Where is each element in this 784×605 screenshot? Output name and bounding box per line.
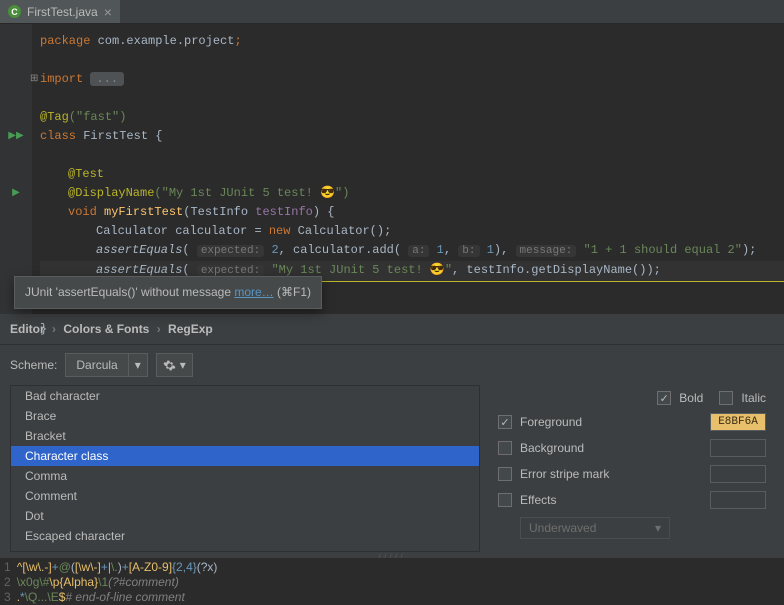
code-method-call: assertEquals <box>96 243 182 257</box>
list-item[interactable]: Bad character <box>11 386 479 406</box>
scheme-value: Darcula <box>66 358 127 372</box>
settings-panel: Editor › Colors & Fonts › RegExp Scheme:… <box>0 314 784 598</box>
fold-icon[interactable]: ⊞ <box>30 70 38 89</box>
line-number: 1 <box>4 560 11 574</box>
tab-bar: C FirstTest.java × <box>0 0 784 24</box>
scheme-label: Scheme: <box>10 358 57 372</box>
inspection-tooltip: JUnit 'assertEquals()' without message m… <box>14 276 322 309</box>
code-string: ("fast") <box>69 110 127 124</box>
code-text: } <box>40 322 47 336</box>
chevron-down-icon: ▾ <box>655 521 661 535</box>
code-text: ( <box>182 243 196 257</box>
foreground-checkbox[interactable] <box>498 415 512 429</box>
effect-type-combobox: Underwaved ▾ <box>520 517 670 539</box>
chevron-down-icon[interactable]: ▾ <box>128 354 147 376</box>
code-text: ); <box>742 243 756 257</box>
editor-gutter: ▶▶ ▶ <box>0 24 32 314</box>
effects-label: Effects <box>520 493 556 507</box>
code-text: ), <box>494 243 516 257</box>
scheme-actions-button[interactable]: ▾ <box>156 353 193 377</box>
effects-checkbox[interactable] <box>498 493 512 507</box>
errorstripe-label: Error stripe mark <box>520 467 609 481</box>
param-hint: message: <box>516 245 577 257</box>
list-item[interactable]: Comment <box>11 486 479 506</box>
code-keyword: package <box>40 34 98 48</box>
param-hint: b: <box>458 245 479 257</box>
chevron-down-icon: ▾ <box>180 358 186 372</box>
code-annotation: @Test <box>68 167 104 181</box>
code-text: ; <box>234 34 241 48</box>
code-keyword: class <box>40 129 83 143</box>
param-hint: expected: <box>197 245 264 257</box>
effect-type-value: Underwaved <box>529 521 596 535</box>
regex-preview: 1^[\w\.-]+@([\w\-]+|\.)+[A-Z0-9]{2,4}(?x… <box>0 558 784 598</box>
code-text: Calculator(); <box>298 224 392 238</box>
code-annotation: @Tag <box>40 110 69 124</box>
code-text: , calculator.add( <box>279 243 409 257</box>
code-text: ( <box>182 263 196 277</box>
collapsed-icon[interactable]: ... <box>90 72 124 86</box>
background-checkbox[interactable] <box>498 441 512 455</box>
code-text: = <box>254 224 268 238</box>
tab-filename: FirstTest.java <box>27 5 98 19</box>
code-string: ("My 1st JUnit 5 test! 😎") <box>154 186 349 200</box>
foreground-label: Foreground <box>520 415 582 429</box>
bold-label: Bold <box>679 391 703 405</box>
code-editor[interactable]: ▶▶ ▶ package com.example.project; ⊞impor… <box>0 24 784 314</box>
gear-icon <box>163 359 176 372</box>
code-class: FirstTest <box>83 129 155 143</box>
list-item[interactable]: Dot <box>11 506 479 526</box>
errorstripe-swatch[interactable] <box>710 465 766 483</box>
effects-swatch[interactable] <box>710 491 766 509</box>
foreground-swatch[interactable]: E8BF6A <box>710 413 766 431</box>
code-text: ) { <box>313 205 335 219</box>
tooltip-text: JUnit 'assertEquals()' without message <box>25 285 234 299</box>
code-type: TestInfo <box>190 205 255 219</box>
list-item[interactable]: Comma <box>11 466 479 486</box>
code-string: "1 + 1 should equal 2" <box>576 243 742 257</box>
code-text: { <box>155 129 162 143</box>
background-swatch[interactable] <box>710 439 766 457</box>
code-method-call: assertEquals <box>96 263 182 277</box>
code-var: calculator <box>175 224 254 238</box>
param-hint: a: <box>408 245 429 257</box>
code-type: Calculator <box>96 224 175 238</box>
list-item[interactable]: Character class <box>11 446 479 466</box>
scheme-combobox[interactable]: Darcula ▾ <box>65 353 147 377</box>
code-num: 1 <box>429 243 443 257</box>
background-label: Background <box>520 441 584 455</box>
list-item[interactable]: Escaped character <box>11 526 479 546</box>
code-keyword: void <box>68 205 104 219</box>
run-gutter-icon[interactable]: ▶ <box>12 184 20 203</box>
italic-checkbox[interactable] <box>719 391 733 405</box>
code-keyword: import <box>40 72 90 86</box>
run-gutter-icon[interactable]: ▶▶ <box>8 127 23 146</box>
list-item[interactable]: Brace <box>11 406 479 426</box>
code-num: 2 <box>264 243 278 257</box>
code-num: 1 <box>480 243 494 257</box>
code-param: testInfo <box>255 205 313 219</box>
italic-label: Italic <box>741 391 766 405</box>
code-text: , testInfo.getDisplayName()); <box>452 263 661 277</box>
editor-tab[interactable]: C FirstTest.java × <box>0 0 120 23</box>
line-number: 2 <box>4 575 11 589</box>
attribute-options: Bold Italic Foreground E8BF6A Background… <box>480 385 784 552</box>
line-number: 3 <box>4 590 11 604</box>
tooltip-shortcut: (⌘F1) <box>274 285 311 299</box>
code-string: "My 1st JUnit 5 test! 😎" <box>264 263 452 277</box>
code-text: , <box>444 243 458 257</box>
bold-checkbox[interactable] <box>657 391 671 405</box>
code-text: com.example.project <box>98 34 235 48</box>
list-item[interactable]: Bracket <box>11 426 479 446</box>
code-method: myFirstTest <box>104 205 183 219</box>
scheme-row: Scheme: Darcula ▾ ▾ <box>0 345 784 385</box>
attribute-list[interactable]: Bad characterBraceBracketCharacter class… <box>10 385 480 552</box>
code-keyword: new <box>269 224 298 238</box>
java-class-icon: C <box>8 5 21 18</box>
close-icon[interactable]: × <box>104 5 112 19</box>
tooltip-more-link[interactable]: more… <box>234 285 273 299</box>
code-annotation: @DisplayName <box>68 186 154 200</box>
errorstripe-checkbox[interactable] <box>498 467 512 481</box>
